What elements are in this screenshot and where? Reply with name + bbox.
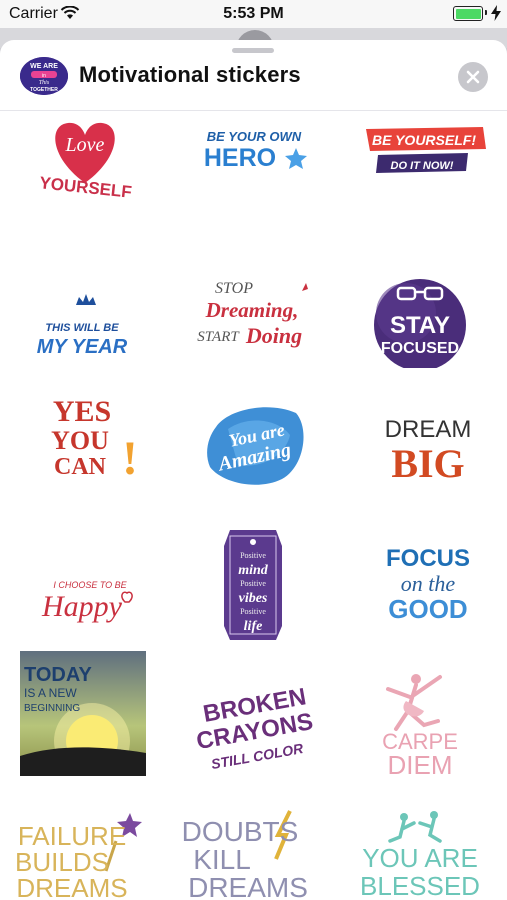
- sticker-text: Dreaming,: [205, 298, 299, 322]
- sticker-text: YOU: [51, 426, 109, 455]
- app-icon-text-2: in: [42, 73, 46, 79]
- sticker-text: THIS WILL BE: [45, 322, 119, 334]
- sticker-stay-focused[interactable]: STAY FOCUSED: [348, 243, 498, 368]
- battery-icon: [453, 6, 483, 21]
- close-icon: [466, 70, 480, 84]
- sticker-sheet: WE ARE in This TOGETHER Motivational sti…: [0, 40, 507, 900]
- status-bar: Carrier 5:53 PM: [0, 0, 507, 28]
- sticker-text: Love: [65, 134, 105, 156]
- sticker-text: MY YEAR: [37, 336, 128, 358]
- sticker-text: I CHOOSE TO BE: [53, 580, 127, 590]
- sticker-doubts-kill-dreams[interactable]: DOUBTS KILL DREAMS: [178, 801, 328, 900]
- app-icon: WE ARE in This TOGETHER: [20, 57, 68, 95]
- sticker-you-are-amazing[interactable]: You are Amazing: [178, 379, 328, 504]
- sticker-text: FOCUS: [386, 545, 470, 572]
- charging-bolt-icon: [491, 5, 501, 21]
- sticker-stop-dreaming[interactable]: STOP Dreaming, START Doing: [178, 243, 328, 368]
- sticker-failure-builds-dreams[interactable]: FAILURE BUILDS DREAMS: [10, 801, 160, 900]
- sticker-text: FOCUSED: [381, 340, 459, 357]
- battery-cap: [485, 10, 487, 15]
- sticker-text: Positive: [240, 551, 266, 560]
- sticker-text: life: [244, 619, 263, 634]
- sticker-text: BIG: [391, 441, 464, 486]
- close-button[interactable]: [458, 62, 488, 92]
- sticker-dream-big[interactable]: DREAM BIG: [348, 379, 498, 504]
- sticker-text: BE YOURSELF!: [372, 132, 476, 148]
- sticker-broken-crayons[interactable]: BROKEN CRAYONS STILL COLOR: [178, 651, 328, 776]
- sticker-text: Positive: [240, 607, 266, 616]
- app-icon-text-3: This: [39, 80, 50, 86]
- sticker-text: BE YOUR OWN: [207, 129, 302, 144]
- sticker-text: HERO: [204, 144, 276, 172]
- sticker-text: BEGINNING: [24, 703, 80, 714]
- sticker-text: YOURSELF: [39, 173, 133, 202]
- sticker-love-yourself[interactable]: Love YOURSELF: [10, 113, 160, 238]
- sticker-be-yourself[interactable]: BE YOURSELF! DO IT NOW!: [348, 113, 498, 238]
- sticker-be-your-own-hero[interactable]: BE YOUR OWN HERO: [178, 113, 328, 238]
- sticker-text: BLESSED: [360, 871, 480, 900]
- sticker-text: vibes: [239, 591, 268, 606]
- sticker-text: YOU ARE: [362, 843, 478, 873]
- sticker-you-are-blessed[interactable]: YOU ARE BLESSED: [348, 801, 498, 900]
- app-icon-text-4: TOGETHER: [30, 87, 58, 93]
- sticker-text: STAY: [390, 312, 450, 339]
- sticker-text: Happy: [41, 590, 123, 623]
- sticker-text: !: [122, 432, 138, 485]
- app-icon-text-1: WE ARE: [30, 63, 58, 70]
- sticker-carpe-diem[interactable]: CARPE DIEM: [348, 651, 498, 776]
- sticker-text: DREAMS: [16, 873, 127, 900]
- sticker-text: DREAM: [385, 416, 472, 443]
- sticker-text: DOUBTS: [182, 816, 299, 847]
- sticker-text: STOP: [215, 280, 253, 297]
- sticker-text: DO IT NOW!: [391, 160, 454, 172]
- sticker-text: DIEM: [388, 750, 453, 776]
- sticker-positive-mind[interactable]: Positive mind Positive vibes Positive li…: [178, 516, 328, 641]
- sticker-choose-happy[interactable]: I CHOOSE TO BE Happy: [10, 516, 160, 641]
- sticker-focus-on-the-good[interactable]: FOCUS on the GOOD: [348, 516, 498, 641]
- sticker-text: START: [197, 329, 240, 345]
- sheet-grabber[interactable]: [232, 48, 274, 53]
- sticker-today-new-beginning[interactable]: TODAY IS A NEW BEGINNING: [10, 651, 160, 776]
- status-time: 5:53 PM: [223, 5, 284, 22]
- sticker-text: on the: [401, 571, 456, 596]
- sticker-text: Doing: [245, 323, 302, 348]
- sticker-yes-you-can[interactable]: YES YOU CAN !: [10, 379, 160, 504]
- sticker-text: IS A NEW: [24, 686, 77, 700]
- sticker-text: GOOD: [388, 594, 467, 624]
- sheet-title: Motivational stickers: [79, 62, 301, 87]
- sticker-text: mind: [238, 563, 269, 578]
- sticker-grid: Love YOURSELF BE YOUR OWN HERO BE YOURSE…: [0, 111, 507, 900]
- sticker-text: DREAMS: [188, 872, 308, 900]
- sticker-text: TODAY: [24, 664, 92, 686]
- sticker-text: Positive: [240, 579, 266, 588]
- sticker-this-will-be-my-year[interactable]: THIS WILL BE MY YEAR: [10, 243, 160, 368]
- sticker-text: YES: [53, 395, 111, 428]
- sticker-text: CAN: [54, 454, 107, 480]
- sticker-text: KILL: [193, 844, 251, 875]
